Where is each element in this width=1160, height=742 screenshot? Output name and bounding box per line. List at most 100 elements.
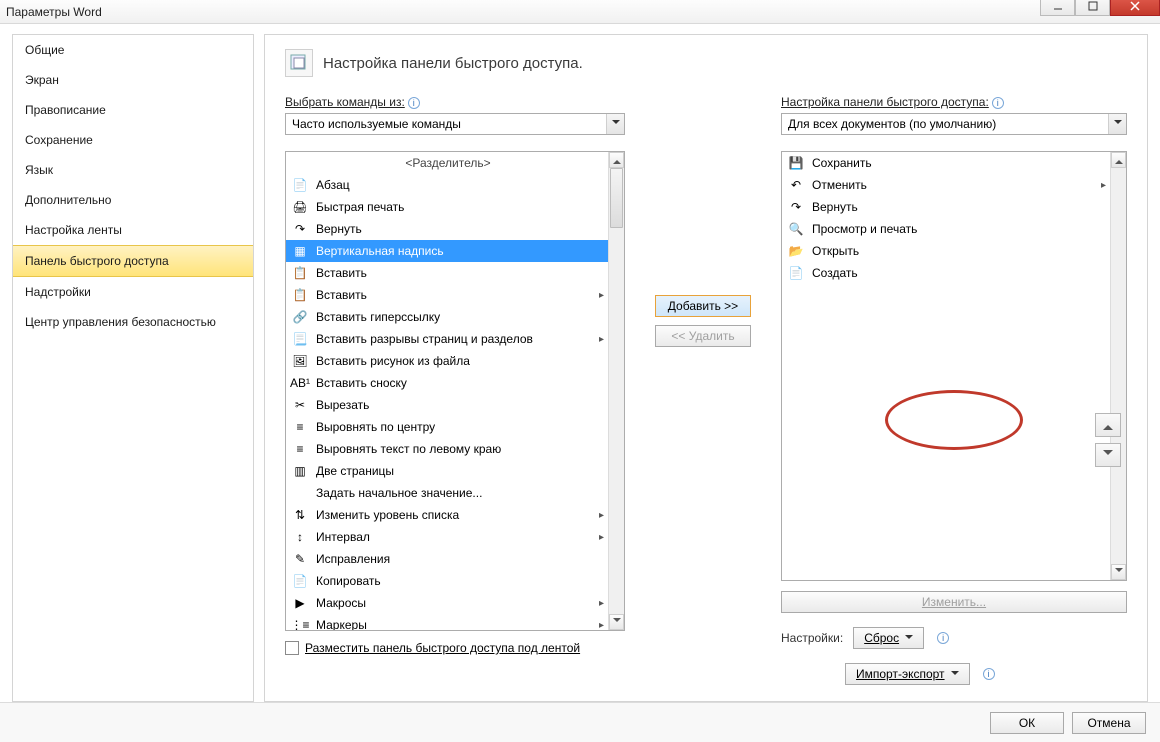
- sidebar-item[interactable]: Сохранение: [13, 125, 253, 155]
- close-button[interactable]: [1110, 0, 1160, 16]
- qat-item[interactable]: 📂Открыть: [782, 240, 1110, 262]
- command-icon: 🔍: [788, 221, 804, 237]
- command-item[interactable]: Задать начальное значение...: [286, 482, 608, 504]
- remove-button[interactable]: << Удалить: [655, 325, 751, 347]
- command-icon: 🖼: [292, 353, 308, 369]
- customize-qat-label: Настройка панели быстрого доступа:i: [781, 95, 1127, 109]
- sidebar-item[interactable]: Экран: [13, 65, 253, 95]
- info-icon: i: [408, 97, 420, 109]
- command-icon: 💾: [788, 155, 804, 171]
- command-item[interactable]: AB¹Вставить сноску: [286, 372, 608, 394]
- list-separator[interactable]: <Разделитель>: [286, 152, 608, 174]
- command-item[interactable]: 📋Вставить: [286, 262, 608, 284]
- dialog-footer: ОК Отмена: [0, 702, 1160, 742]
- cancel-button[interactable]: Отмена: [1072, 712, 1146, 734]
- choose-commands-combo[interactable]: Часто используемые команды: [285, 113, 625, 135]
- command-item[interactable]: ≡Выровнять текст по левому краю: [286, 438, 608, 460]
- move-up-button[interactable]: [1095, 413, 1121, 437]
- minimize-button[interactable]: [1040, 0, 1075, 16]
- command-item[interactable]: ▶Макросы▸: [286, 592, 608, 614]
- command-icon: 📃: [292, 331, 308, 347]
- qat-item[interactable]: 📄Создать: [782, 262, 1110, 284]
- sidebar-item[interactable]: Правописание: [13, 95, 253, 125]
- command-item[interactable]: ⋮≡Маркеры▸: [286, 614, 608, 630]
- sidebar-item[interactable]: Надстройки: [13, 277, 253, 307]
- sidebar-item[interactable]: Настройка ленты: [13, 215, 253, 245]
- document-scope-combo[interactable]: Для всех документов (по умолчанию): [781, 113, 1127, 135]
- scroll-up-button[interactable]: [609, 152, 624, 168]
- sidebar-item[interactable]: Общие: [13, 35, 253, 65]
- qat-item[interactable]: ↷Вернуть: [782, 196, 1110, 218]
- command-icon: ≡: [292, 419, 308, 435]
- available-commands-list[interactable]: <Разделитель>📄Абзац🖨Быстрая печать↷Верну…: [285, 151, 625, 631]
- command-item[interactable]: 🔗Вставить гиперссылку: [286, 306, 608, 328]
- command-icon: 📋: [292, 287, 308, 303]
- below-ribbon-checkbox[interactable]: [285, 641, 299, 655]
- command-icon: 📄: [292, 573, 308, 589]
- ok-button[interactable]: ОК: [990, 712, 1064, 734]
- import-export-button[interactable]: Импорт-экспорт: [845, 663, 970, 685]
- scroll-up-button: [1111, 152, 1126, 168]
- command-item[interactable]: ▥Две страницы: [286, 460, 608, 482]
- command-icon: ▦: [292, 243, 308, 259]
- command-item[interactable]: 📋Вставить▸: [286, 284, 608, 306]
- command-item[interactable]: 📄Копировать: [286, 570, 608, 592]
- title-bar: Параметры Word: [0, 0, 1160, 24]
- command-item[interactable]: ✎Исправления: [286, 548, 608, 570]
- command-icon: ▶: [292, 595, 308, 611]
- command-icon: ↕: [292, 529, 308, 545]
- choose-commands-label: Выбрать команды из:i: [285, 95, 625, 109]
- scrollbar: [1110, 152, 1126, 580]
- command-icon: ≡: [292, 441, 308, 457]
- command-icon: ↶: [788, 177, 804, 193]
- command-icon: 🔗: [292, 309, 308, 325]
- command-icon: 📂: [788, 243, 804, 259]
- category-sidebar: ОбщиеЭкранПравописаниеСохранениеЯзыкДопо…: [12, 34, 254, 702]
- command-item[interactable]: ▦Вертикальная надпись: [286, 240, 608, 262]
- command-item[interactable]: ✂Вырезать: [286, 394, 608, 416]
- command-icon: AB¹: [292, 375, 308, 391]
- command-icon: ✎: [292, 551, 308, 567]
- command-item[interactable]: 🖨Быстрая печать: [286, 196, 608, 218]
- modify-button[interactable]: Изменить...: [781, 591, 1127, 613]
- command-item[interactable]: 📄Абзац: [286, 174, 608, 196]
- qat-item[interactable]: 🔍Просмотр и печать: [782, 218, 1110, 240]
- sidebar-item[interactable]: Панель быстрого доступа: [13, 245, 253, 277]
- move-down-button[interactable]: [1095, 443, 1121, 467]
- command-item[interactable]: ↕Интервал▸: [286, 526, 608, 548]
- panel-heading: Настройка панели быстрого доступа.: [323, 55, 583, 72]
- below-ribbon-label: Разместить панель быстрого доступа под л…: [305, 641, 580, 655]
- command-icon: 📄: [788, 265, 804, 281]
- sidebar-item[interactable]: Центр управления безопасностью: [13, 307, 253, 337]
- info-icon: i: [937, 632, 949, 644]
- window-title: Параметры Word: [6, 5, 102, 19]
- chevron-down-icon: [606, 114, 624, 134]
- command-icon: 📋: [292, 265, 308, 281]
- qat-item[interactable]: ↶Отменить▸: [782, 174, 1110, 196]
- command-icon: ⇅: [292, 507, 308, 523]
- maximize-button[interactable]: [1075, 0, 1110, 16]
- command-icon: ✂: [292, 397, 308, 413]
- chevron-down-icon: [1108, 114, 1126, 134]
- qat-header-icon: [285, 49, 313, 77]
- command-icon: ▥: [292, 463, 308, 479]
- current-qat-list[interactable]: 💾Сохранить↶Отменить▸↷Вернуть🔍Просмотр и …: [781, 151, 1127, 581]
- info-icon: i: [992, 97, 1004, 109]
- scroll-down-button[interactable]: [609, 614, 624, 630]
- scroll-thumb[interactable]: [610, 168, 623, 228]
- scroll-down-button: [1111, 564, 1126, 580]
- add-button[interactable]: Добавить >>: [655, 295, 751, 317]
- command-item[interactable]: 🖼Вставить рисунок из файла: [286, 350, 608, 372]
- settings-label: Настройки:: [781, 631, 843, 645]
- command-item[interactable]: 📃Вставить разрывы страниц и разделов▸: [286, 328, 608, 350]
- command-item[interactable]: ≡Выровнять по центру: [286, 416, 608, 438]
- command-icon: ↷: [292, 221, 308, 237]
- command-item[interactable]: ⇅Изменить уровень списка▸: [286, 504, 608, 526]
- reset-button[interactable]: Сброс: [853, 627, 924, 649]
- sidebar-item[interactable]: Дополнительно: [13, 185, 253, 215]
- qat-item[interactable]: 💾Сохранить: [782, 152, 1110, 174]
- command-item[interactable]: ↷Вернуть: [286, 218, 608, 240]
- command-icon: [292, 485, 308, 501]
- scrollbar[interactable]: [608, 152, 624, 630]
- sidebar-item[interactable]: Язык: [13, 155, 253, 185]
